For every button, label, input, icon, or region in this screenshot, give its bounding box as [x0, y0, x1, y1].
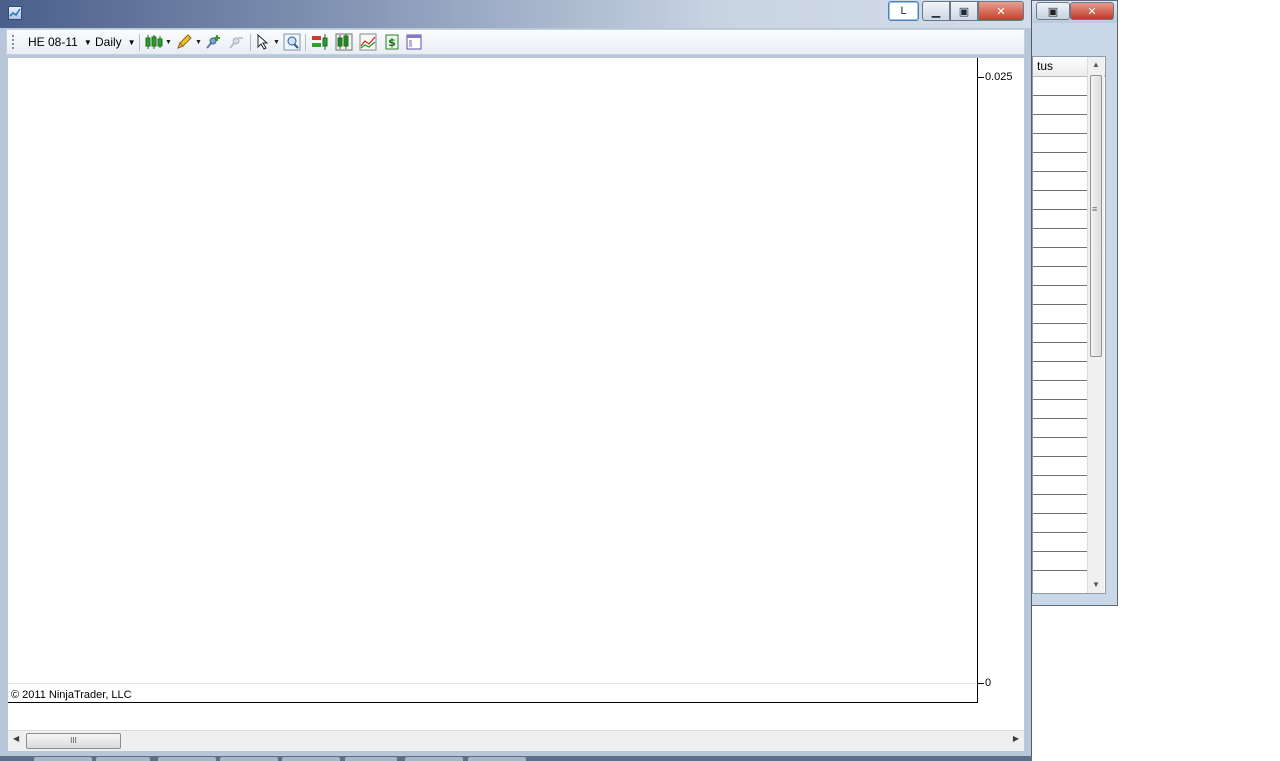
strategy-chart-icon[interactable] [359, 33, 377, 51]
chevron-down-icon: ▼ [127, 38, 136, 47]
y-axis-tick [978, 683, 984, 684]
table-row[interactable] [1033, 267, 1087, 286]
lock-label: L [900, 5, 907, 17]
table-row[interactable] [1033, 191, 1087, 210]
chart-toolbar: HE 08-11 ▼ Daily ▼ ▼ ▼ ▼ $ [6, 29, 1025, 55]
table-row[interactable] [1033, 476, 1087, 495]
y-axis-tick [978, 77, 984, 78]
instrument-label: HE 08-11 [28, 35, 78, 49]
table-row[interactable] [1033, 495, 1087, 514]
toolbar-separator [305, 34, 306, 51]
table-row[interactable] [1033, 381, 1087, 400]
taskbar-item[interactable] [468, 757, 526, 761]
table-row[interactable] [1033, 229, 1087, 248]
table-row[interactable] [1033, 419, 1087, 438]
pencil-draw-icon[interactable] [175, 33, 193, 51]
order-entry-icon[interactable] [311, 33, 329, 51]
interval-label: Daily [95, 35, 122, 49]
table-row[interactable] [1033, 115, 1087, 134]
plot-area[interactable] [8, 58, 978, 703]
zoom-icon[interactable] [283, 33, 301, 51]
grid-scroll-thumb[interactable]: ≡ [1090, 75, 1102, 357]
horizontal-scroll-thumb[interactable]: III [26, 733, 121, 749]
minimize-icon: ▁ [931, 5, 941, 18]
table-row[interactable] [1033, 552, 1087, 571]
add-indicator-icon[interactable] [204, 33, 222, 51]
table-row[interactable] [1033, 533, 1087, 552]
table-row[interactable] [1033, 457, 1087, 476]
table-row[interactable] [1033, 362, 1087, 381]
lock-button[interactable]: L [888, 1, 919, 21]
scroll-left-arrow-icon[interactable]: ◀ [13, 734, 19, 743]
taskbar-item[interactable] [34, 757, 92, 761]
table-row[interactable] [1033, 134, 1087, 153]
table-row[interactable] [1033, 286, 1087, 305]
table-row[interactable] [1033, 153, 1087, 172]
chart-horizontal-scrollbar[interactable]: ◀ III ▶ [8, 730, 1024, 751]
window-titlebar[interactable]: L ▁ ▣ ✕ [0, 0, 1031, 28]
toolbar-grip-icon[interactable] [12, 35, 14, 50]
scroll-down-arrow-icon[interactable]: ▼ [1088, 577, 1104, 593]
table-row[interactable] [1033, 77, 1087, 96]
background-window-titlebar: ▣ ✕ [1030, 1, 1117, 23]
candlestick-icon[interactable] [145, 33, 163, 51]
table-row[interactable] [1033, 343, 1087, 362]
interval-dropdown[interactable]: Daily ▼ [95, 30, 136, 54]
maximize-icon: ▣ [1047, 5, 1059, 18]
taskbar-item[interactable] [96, 757, 150, 761]
maximize-button[interactable]: ▣ [950, 1, 978, 21]
scroll-grip-icon: III [70, 736, 77, 745]
chevron-down-icon[interactable]: ▼ [195, 39, 202, 46]
y-axis-tick-label: 0.025 [985, 71, 1013, 83]
scroll-grip-icon: ≡ [1092, 204, 1098, 214]
zero-gridline [8, 683, 977, 684]
table-row[interactable] [1033, 324, 1087, 343]
scroll-right-arrow-icon[interactable]: ▶ [1013, 734, 1019, 743]
copyright-text: © 2011 NinjaTrader, LLC [11, 689, 132, 701]
close-button[interactable]: ✕ [978, 1, 1024, 21]
background-close-button[interactable]: ✕ [1070, 2, 1114, 20]
cursor-pointer-icon[interactable] [255, 33, 273, 51]
table-row[interactable] [1033, 96, 1087, 115]
chart-trader-icon[interactable] [335, 33, 353, 51]
table-row[interactable] [1033, 514, 1087, 533]
account-dollar-icon[interactable]: $ [383, 33, 401, 51]
table-row[interactable] [1033, 400, 1087, 419]
table-row[interactable] [1033, 305, 1087, 324]
chevron-down-icon[interactable]: ▼ [165, 39, 172, 46]
grid-vertical-scrollbar[interactable]: ▲ ≡ ▼ [1087, 57, 1104, 593]
chart-window: L ▁ ▣ ✕ HE 08-11 ▼ Daily ▼ ▼ ▼ ▼ $ 0.025… [0, 0, 1032, 761]
scroll-up-arrow-icon[interactable]: ▲ [1088, 57, 1104, 73]
taskbar-item[interactable] [158, 757, 216, 761]
table-row[interactable] [1033, 248, 1087, 267]
svg-text:$: $ [388, 36, 396, 49]
minimize-button[interactable]: ▁ [922, 1, 950, 21]
remove-indicator-icon[interactable] [227, 33, 245, 51]
toolbar-separator [250, 34, 251, 51]
taskbar-item[interactable] [220, 757, 278, 761]
taskbar-item[interactable] [405, 757, 463, 761]
chevron-down-icon: ▼ [83, 38, 92, 47]
close-icon: ✕ [1087, 5, 1097, 18]
window-layout-icon[interactable] [405, 33, 423, 51]
taskbar-item[interactable] [345, 757, 397, 761]
background-window: ▣ ✕ tus ▲ ≡ ▼ [1030, 0, 1118, 606]
chart-app-icon[interactable] [8, 6, 22, 20]
orders-grid[interactable]: tus ▲ ≡ ▼ [1032, 56, 1106, 594]
instrument-dropdown[interactable]: HE 08-11 ▼ [28, 30, 92, 54]
close-icon: ✕ [996, 5, 1006, 18]
y-axis-tick-label: 0 [985, 677, 992, 689]
maximize-icon: ▣ [958, 5, 970, 18]
table-row[interactable] [1033, 210, 1087, 229]
table-row[interactable] [1033, 172, 1087, 191]
chart-panel[interactable]: 0.025 0 © 2011 NinjaTrader, LLC [8, 58, 1024, 730]
toolbar-separator [139, 34, 140, 51]
chevron-down-icon[interactable]: ▼ [273, 39, 280, 46]
taskbar-item[interactable] [282, 757, 340, 761]
background-maximize-button[interactable]: ▣ [1036, 2, 1070, 20]
table-row[interactable] [1033, 438, 1087, 457]
